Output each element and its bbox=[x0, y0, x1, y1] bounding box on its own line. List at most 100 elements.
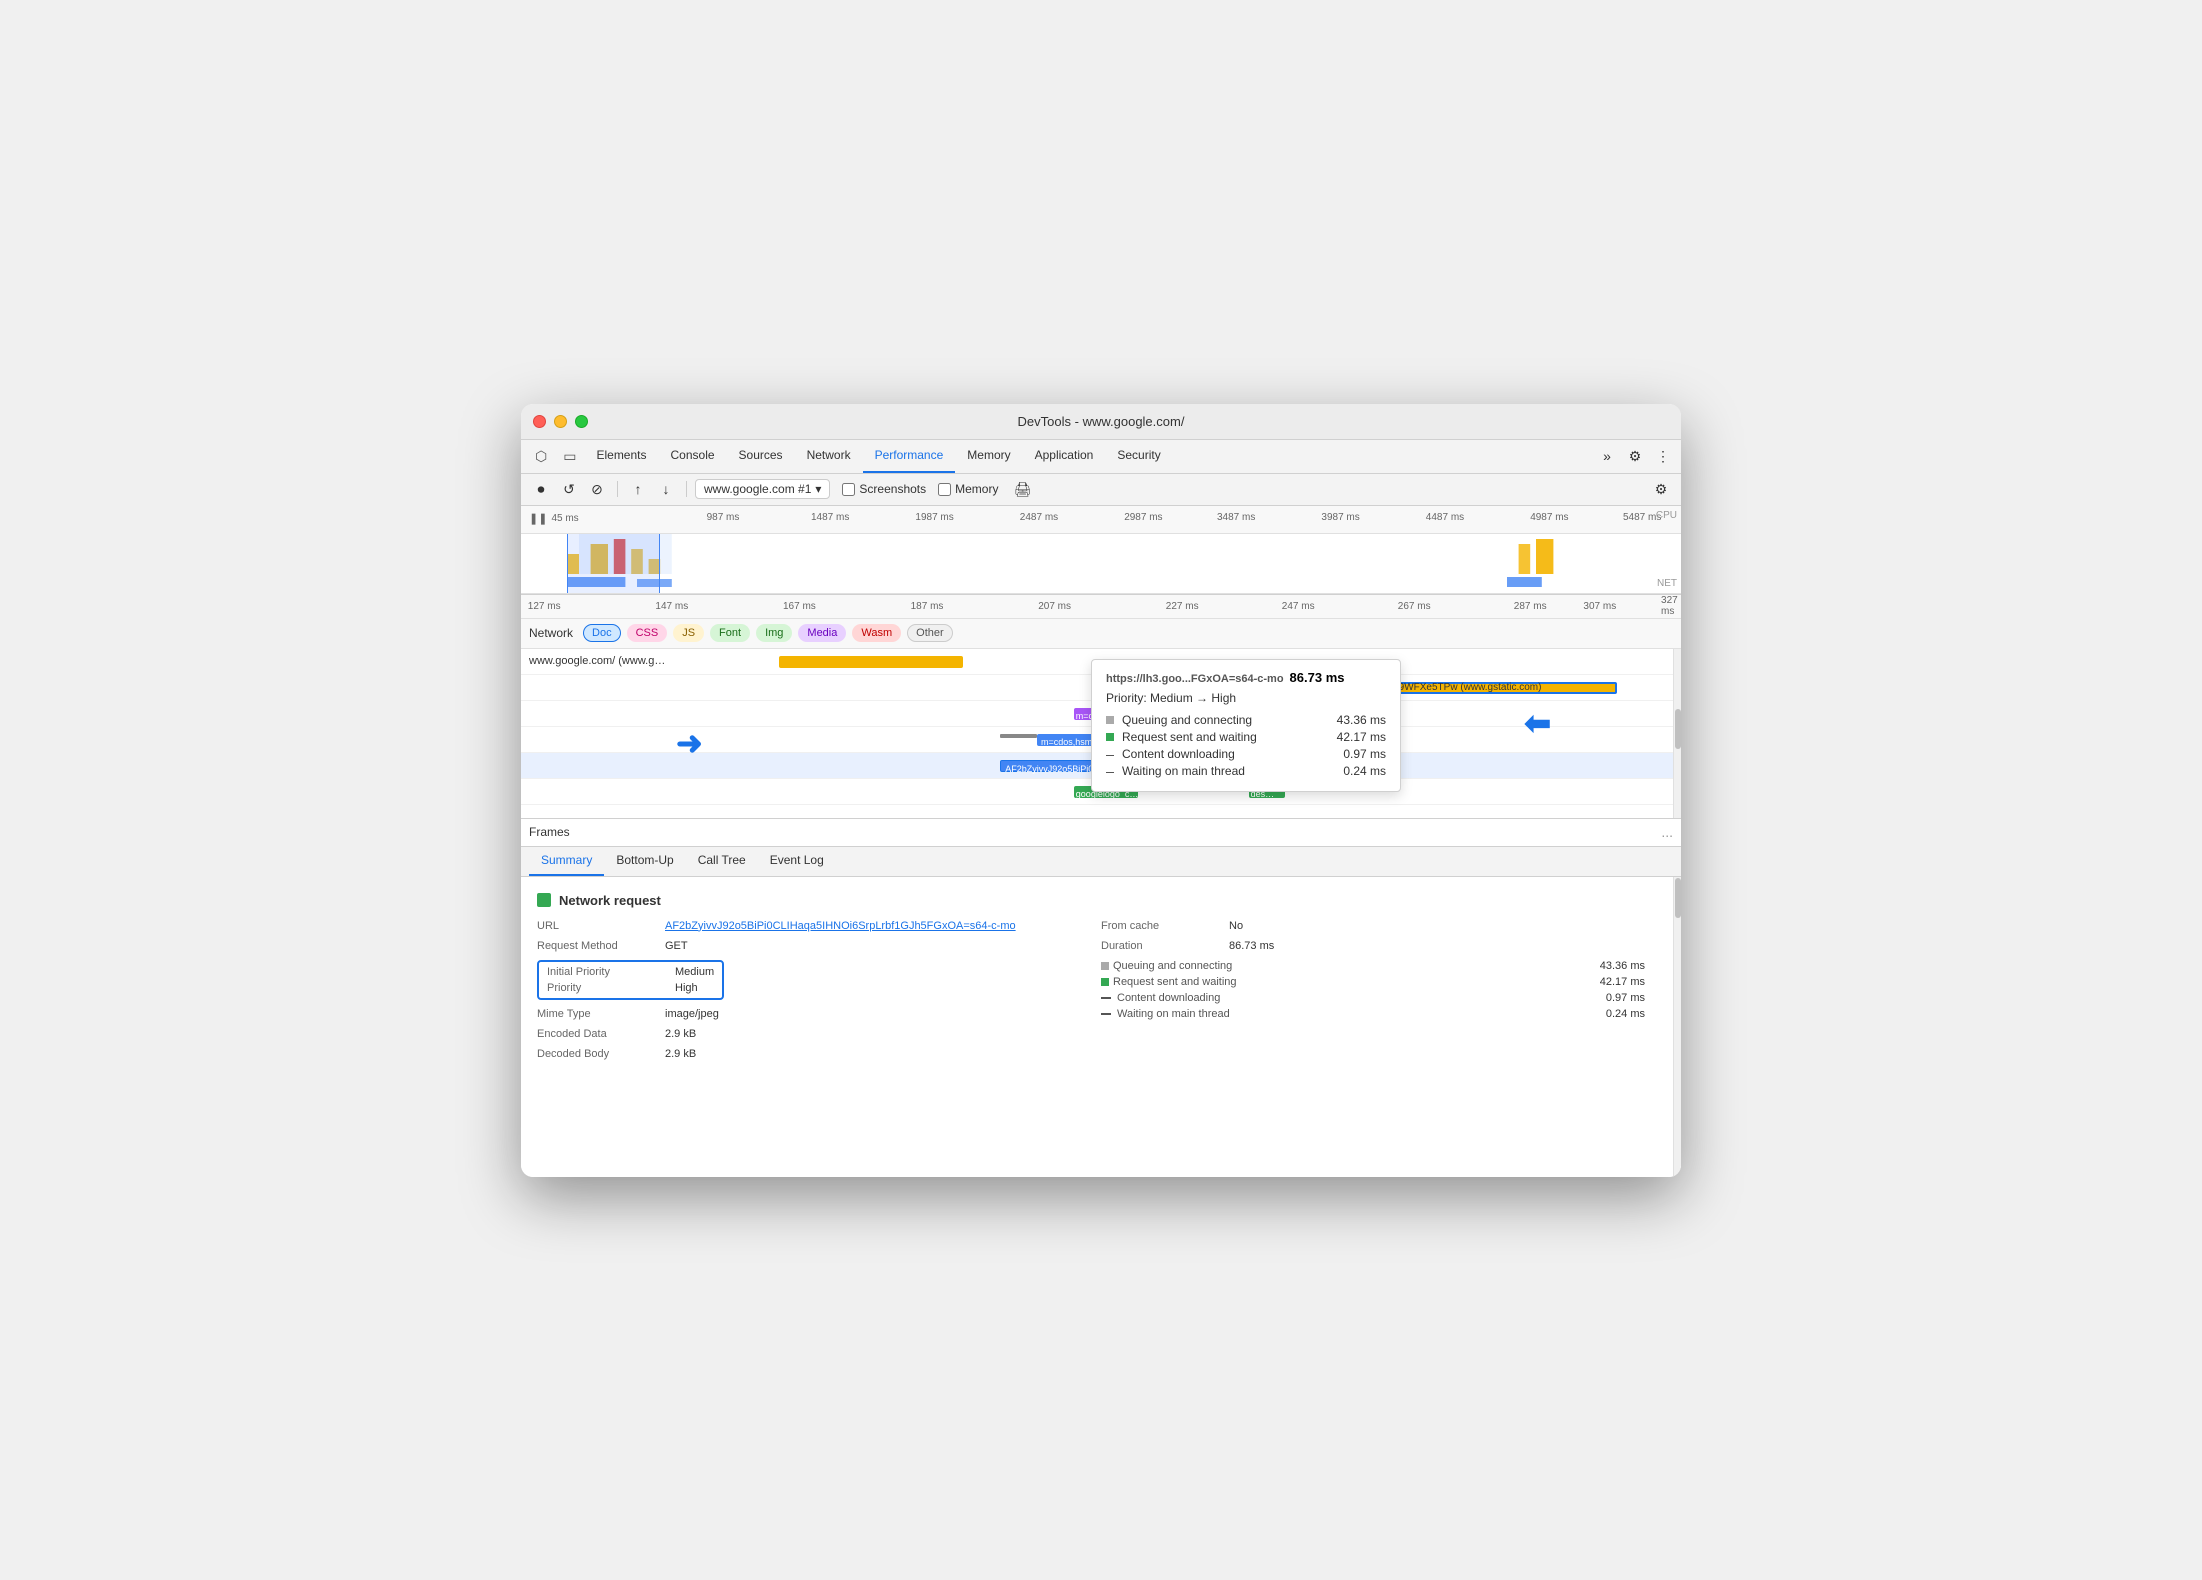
ms-307: 307 ms bbox=[1583, 601, 1616, 612]
reload-button[interactable]: ↺ bbox=[557, 477, 581, 501]
initial-priority-value: Medium bbox=[675, 966, 714, 978]
ms-227: 227 ms bbox=[1166, 601, 1199, 612]
tab-call-tree[interactable]: Call Tree bbox=[686, 846, 758, 876]
waterfall-scrollbar[interactable] bbox=[1673, 649, 1681, 819]
section-header: Network request bbox=[537, 893, 1665, 908]
window-title: DevTools - www.google.com/ bbox=[1018, 414, 1185, 429]
waiting-value: 0.24 ms bbox=[1343, 764, 1386, 778]
tab-network[interactable]: Network bbox=[795, 439, 863, 473]
tab-application[interactable]: Application bbox=[1023, 439, 1106, 473]
tab-sources[interactable]: Sources bbox=[727, 439, 795, 473]
filter-js[interactable]: JS bbox=[673, 624, 704, 642]
settings-icon[interactable]: ⚙ bbox=[1623, 444, 1647, 468]
cpu-chart bbox=[521, 534, 1681, 574]
performance-settings-icon[interactable]: ⚙ bbox=[1649, 477, 1673, 501]
blue-arrow-right: ⬅ bbox=[1524, 704, 1551, 742]
priority-label: Priority bbox=[547, 982, 667, 994]
priority-value: High bbox=[675, 982, 698, 994]
timeline-ruler-ms[interactable]: 127 ms 147 ms 167 ms 187 ms 207 ms 227 m… bbox=[521, 595, 1681, 619]
network-filter-label: Network bbox=[529, 626, 573, 640]
tab-memory[interactable]: Memory bbox=[955, 439, 1022, 473]
tab-bottom-up[interactable]: Bottom-Up bbox=[604, 846, 685, 876]
queuing-icon bbox=[1106, 716, 1114, 724]
ruler-mark-4487: 4487 ms bbox=[1426, 512, 1464, 523]
content-downloading-sub-value: 0.97 ms bbox=[1606, 992, 1645, 1004]
toolbar-divider bbox=[617, 481, 618, 497]
devtools-window: DevTools - www.google.com/ ⬡ ▭ Elements … bbox=[521, 404, 1681, 1177]
tab-elements[interactable]: Elements bbox=[584, 439, 658, 473]
timeline-tracks[interactable]: NET bbox=[521, 534, 1681, 594]
content-dash bbox=[1101, 997, 1111, 999]
waterfall-tooltip: https://lh3.goo...FGxOA=s64-c-mo 86.73 m… bbox=[1091, 659, 1401, 792]
filter-media[interactable]: Media bbox=[798, 624, 846, 642]
queuing-row: Queuing and connecting 43.36 ms bbox=[1101, 960, 1645, 972]
network-filter-bar: Network Doc CSS JS Font Img Media Wasm O… bbox=[521, 619, 1681, 649]
ms-127: 127 ms bbox=[528, 601, 561, 612]
close-button[interactable] bbox=[533, 415, 546, 428]
clear-button[interactable]: ⊘ bbox=[585, 477, 609, 501]
ms-187: 187 ms bbox=[911, 601, 944, 612]
title-bar: DevTools - www.google.com/ bbox=[521, 404, 1681, 440]
more-tabs-button[interactable]: » bbox=[1595, 444, 1619, 468]
from-cache-label: From cache bbox=[1101, 920, 1221, 932]
bottom-tab-bar: Summary Bottom-Up Call Tree Event Log bbox=[521, 847, 1681, 877]
mime-type-row: Mime Type image/jpeg bbox=[537, 1008, 1081, 1020]
ms-147: 147 ms bbox=[655, 601, 688, 612]
tooltip-row-queuing: Queuing and connecting 43.36 ms bbox=[1106, 713, 1386, 727]
from-cache-value: No bbox=[1229, 920, 1243, 932]
encoded-data-label: Encoded Data bbox=[537, 1028, 657, 1040]
ruler-mark-1487: 1487 ms bbox=[811, 512, 849, 523]
record-button[interactable]: ⏺ bbox=[529, 477, 553, 501]
request-sent-sub-label: Request sent and waiting bbox=[1101, 976, 1237, 988]
tab-console[interactable]: Console bbox=[659, 439, 727, 473]
memory-icon[interactable]: 🖨 bbox=[1010, 477, 1034, 501]
tab-security[interactable]: Security bbox=[1105, 439, 1172, 473]
memory-checkbox[interactable]: Memory bbox=[938, 482, 998, 496]
content-scrollbar[interactable] bbox=[1673, 877, 1681, 1177]
request-label: Request sent and waiting bbox=[1122, 730, 1257, 744]
timing-breakdown: Queuing and connecting 43.36 ms Request … bbox=[1101, 960, 1645, 1020]
initial-priority-row: Initial Priority Medium bbox=[547, 966, 714, 978]
ruler-mark-2487: 2487 ms bbox=[1020, 512, 1058, 523]
upload-button[interactable]: ↑ bbox=[626, 477, 650, 501]
tooltip-row-request: Request sent and waiting 42.17 ms bbox=[1106, 730, 1386, 744]
timeline-selection[interactable] bbox=[567, 534, 660, 593]
tab-performance[interactable]: Performance bbox=[863, 439, 956, 473]
url-selector[interactable]: www.google.com #1 ▾ bbox=[695, 479, 830, 499]
filter-doc[interactable]: Doc bbox=[583, 624, 621, 642]
blue-arrow-left: ➜ bbox=[676, 724, 703, 762]
url-value[interactable]: AF2bZyivvJ92o5BiPi0CLIHaqa5IHNOi6SrpLrbf… bbox=[665, 920, 1016, 932]
waiting-dash bbox=[1101, 1013, 1111, 1015]
content-scrollbar-thumb[interactable] bbox=[1675, 878, 1681, 918]
duration-value: 86.73 ms bbox=[1229, 940, 1274, 952]
filter-css[interactable]: CSS bbox=[627, 624, 668, 642]
download-button[interactable]: ↓ bbox=[654, 477, 678, 501]
ms-287: 287 ms bbox=[1514, 601, 1547, 612]
filter-img[interactable]: Img bbox=[756, 624, 792, 642]
frames-more[interactable]: ... bbox=[1661, 824, 1673, 840]
dropdown-icon: ▾ bbox=[815, 482, 821, 496]
filter-other[interactable]: Other bbox=[907, 624, 953, 642]
scrollbar-thumb[interactable] bbox=[1675, 709, 1681, 749]
mime-type-value: image/jpeg bbox=[665, 1008, 719, 1020]
ms-167: 167 ms bbox=[783, 601, 816, 612]
request-method-label: Request Method bbox=[537, 940, 657, 952]
queuing-sub-value: 43.36 ms bbox=[1600, 960, 1645, 972]
filter-wasm[interactable]: Wasm bbox=[852, 624, 901, 642]
device-icon[interactable]: ▭ bbox=[555, 444, 584, 469]
filter-font[interactable]: Font bbox=[710, 624, 750, 642]
toolbar-divider-2 bbox=[686, 481, 687, 497]
more-options-icon[interactable]: ⋮ bbox=[1651, 444, 1675, 468]
tab-summary[interactable]: Summary bbox=[529, 846, 604, 876]
request-sent-row: Request sent and waiting 42.17 ms bbox=[1101, 976, 1645, 988]
timeline-ruler-top[interactable]: ❚❚ 45 ms 987 ms 1487 ms 1987 ms 2487 ms … bbox=[521, 506, 1681, 534]
maximize-button[interactable] bbox=[575, 415, 588, 428]
cursor-icon[interactable]: ⬡ bbox=[527, 444, 555, 469]
screenshots-checkbox[interactable]: Screenshots bbox=[842, 482, 926, 496]
request-sent-sub-value: 42.17 ms bbox=[1600, 976, 1645, 988]
tooltip-row-waiting: Waiting on main thread 0.24 ms bbox=[1106, 764, 1386, 778]
minimize-button[interactable] bbox=[554, 415, 567, 428]
queuing-label: Queuing and connecting bbox=[1122, 713, 1252, 727]
ruler-mark-3987: 3987 ms bbox=[1321, 512, 1359, 523]
tab-event-log[interactable]: Event Log bbox=[758, 846, 836, 876]
